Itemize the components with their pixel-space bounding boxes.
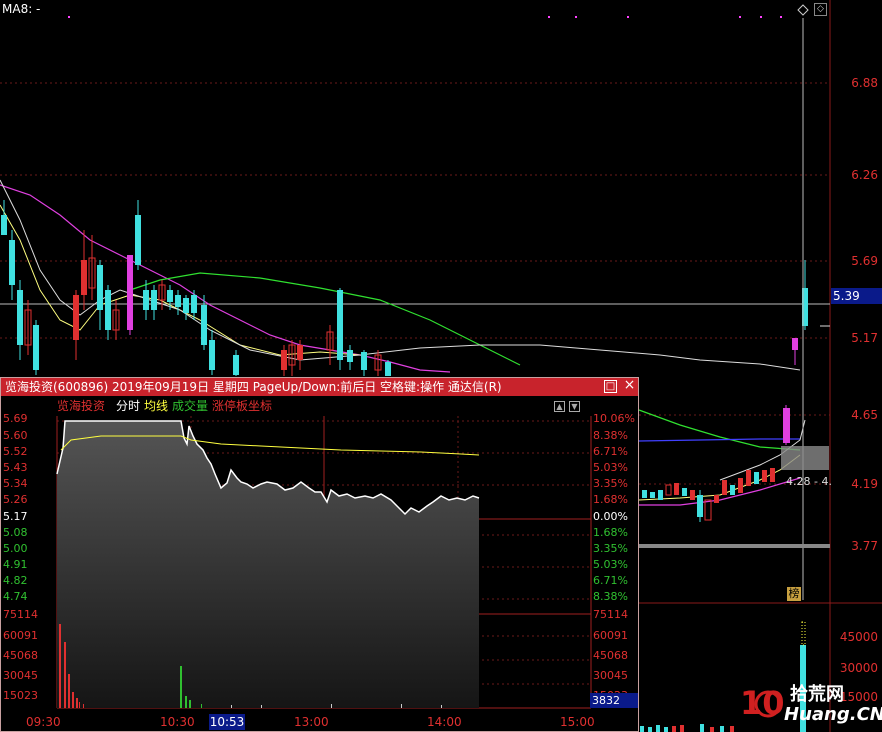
vol-tick: 60091: [593, 629, 628, 642]
price-tick: 5.34: [3, 477, 28, 490]
pct-tick: 3.35%: [593, 477, 628, 490]
pct-tick: 10.06%: [593, 412, 635, 425]
vol-tick: 30045: [3, 669, 38, 682]
chart-expand-icon[interactable]: ◇: [814, 3, 827, 16]
time-tick: 15:00: [560, 715, 595, 729]
pct-tick: 3.35%: [593, 542, 628, 555]
ma8-label: MA8: -: [2, 2, 41, 16]
pct-tick: 6.71%: [593, 445, 628, 458]
price-tick: 4.65: [851, 408, 878, 422]
pct-tick: 8.38%: [593, 429, 628, 442]
pct-tick: 0.00%: [593, 510, 628, 523]
price-tick: 6.88: [851, 76, 878, 90]
pct-tick: 5.03%: [593, 558, 628, 571]
price-tick: 5.69: [3, 412, 28, 425]
current-price-tag: 5.39: [831, 288, 882, 304]
stock-chart-window: MA8: - ◇ 6.88 6.26 5.69 5.17 4.65 4.19 3…: [0, 0, 882, 732]
price-tick: 4.91: [3, 558, 28, 571]
intraday-popup[interactable]: 览海投资(600896) 2019年09月19日 星期四 PageUp/Down…: [0, 377, 639, 732]
price-tick: 5.26: [3, 493, 28, 506]
price-tick: 5.17: [851, 331, 878, 345]
pct-tick: 5.03%: [593, 461, 628, 474]
time-tick: 09:30: [26, 715, 61, 729]
watermark-logo: 10: [740, 684, 785, 722]
pct-tick: 1.68%: [593, 493, 628, 506]
price-tick: 5.08: [3, 526, 28, 539]
vol-tick: 15023: [3, 689, 38, 702]
time-tick: 13:00: [294, 715, 329, 729]
price-tick: 5.17: [3, 510, 28, 523]
time-tick: 10:30: [160, 715, 195, 729]
site-watermark: 10 拾荒网 Huang.CN: [740, 678, 882, 732]
vol-tick: 45068: [593, 649, 628, 662]
vol-tick: 60091: [3, 629, 38, 642]
vol-tick: 45068: [3, 649, 38, 662]
price-tick: 4.82: [3, 574, 28, 587]
price-tick: 5.43: [3, 461, 28, 474]
watermark-text-top: 拾荒网: [790, 684, 844, 705]
price-tick: 5.52: [3, 445, 28, 458]
cursor-time-tag: 10:53: [209, 714, 245, 730]
indicator-bar: MA8: -: [0, 0, 830, 18]
price-tick: 5.60: [3, 429, 28, 442]
watermark-text-bottom: Huang.CN: [784, 704, 882, 725]
vol-tick: 75114: [3, 608, 38, 621]
vol-tick: 30045: [593, 669, 628, 682]
price-tick: 4.74: [3, 590, 28, 603]
overlay-price-label: 4.28 - 4.: [786, 475, 832, 488]
volume-tick: 45000: [839, 630, 878, 644]
time-tick: 14:00: [427, 715, 462, 729]
rank-badge[interactable]: 榜: [787, 587, 801, 601]
price-tick: 5.69: [851, 254, 878, 268]
pct-tick: 1.68%: [593, 526, 628, 539]
price-tick: 3.77: [851, 539, 878, 553]
price-tick: 5.00: [3, 542, 28, 555]
price-tick: 4.19: [851, 477, 878, 491]
pct-tick: 6.71%: [593, 574, 628, 587]
pct-tick: 8.38%: [593, 590, 628, 603]
volume-current-tag: 3832: [590, 693, 638, 708]
volume-tick: 30000: [839, 661, 878, 675]
price-tick: 6.26: [851, 168, 878, 182]
vol-tick: 75114: [593, 608, 628, 621]
intraday-chart: [56, 416, 592, 709]
